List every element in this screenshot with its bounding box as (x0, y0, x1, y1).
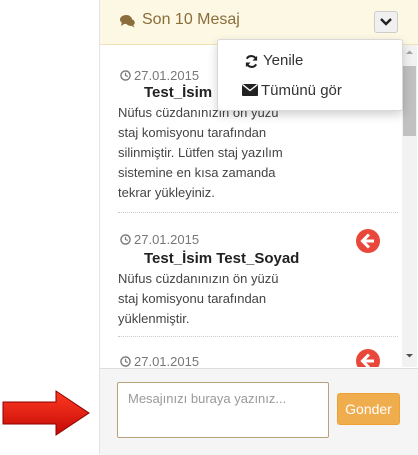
messages-panel: Son 10 Mesaj Yenile Tümünü gör 27.01.201… (99, 0, 418, 455)
refresh-icon (245, 55, 258, 68)
vertical-scrollbar[interactable] (402, 45, 417, 367)
message-sender: Test_İsim Test_Soyad (144, 250, 300, 267)
panel-title: Son 10 Mesaj (142, 11, 240, 28)
clock-icon (120, 356, 131, 367)
reply-arrow-icon[interactable] (356, 229, 380, 253)
red-arrow-icon (2, 390, 90, 436)
message-text: Nüfus cüzdanınızın ön yüzü staj komisyon… (118, 271, 279, 326)
menu-item-label: Yenile (263, 52, 304, 69)
menu-item-label: Tümünü gör (261, 82, 342, 99)
send-button[interactable]: Gonder (337, 393, 400, 425)
scrollbar-thumb[interactable] (403, 66, 416, 136)
clock-icon (120, 234, 131, 245)
message-input[interactable] (117, 382, 329, 438)
comments-icon (120, 15, 135, 28)
dropdown-menu: Yenile Tümünü gör (217, 39, 403, 111)
reply-arrow-icon[interactable] (356, 349, 380, 367)
scroll-up-icon[interactable] (402, 45, 417, 60)
message-divider (118, 336, 398, 337)
dropdown-toggle-button[interactable] (374, 11, 398, 33)
clock-icon (120, 70, 131, 81)
message-text: Nüfus cüzdanınızın ön yüzü staj komisyon… (118, 105, 283, 200)
scroll-down-icon[interactable] (402, 348, 417, 363)
composer: Gonder (100, 368, 418, 455)
message-sender: Test_İsim (144, 84, 213, 101)
chevron-down-icon (380, 18, 392, 26)
message-divider (118, 212, 398, 213)
envelope-icon (242, 84, 258, 96)
